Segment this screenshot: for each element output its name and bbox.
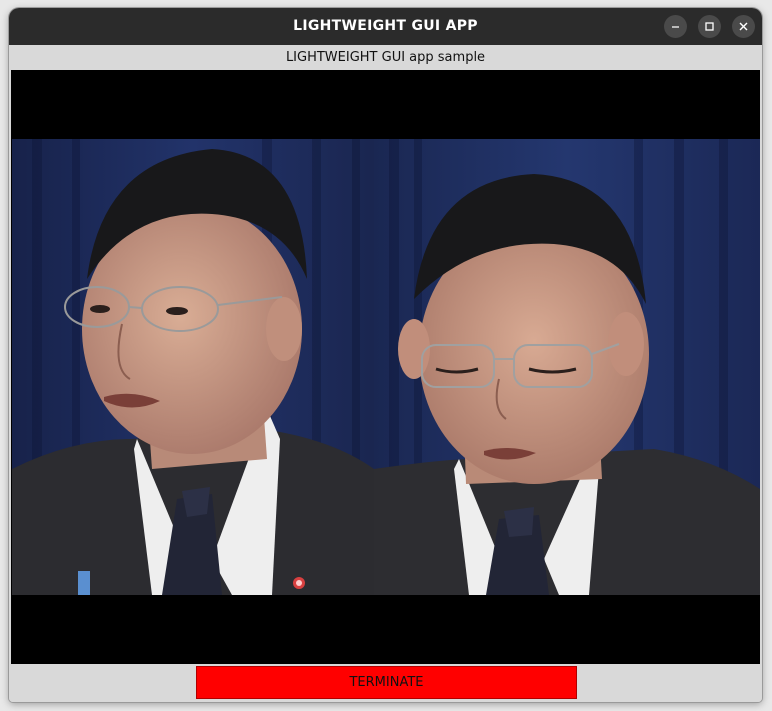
video-frame-right: [374, 139, 760, 595]
window-title: LIGHTWEIGHT GUI APP: [293, 18, 478, 34]
maximize-icon: [705, 22, 714, 31]
minimize-icon: [672, 26, 679, 28]
app-subtitle-label: LIGHTWEIGHT GUI app sample: [9, 45, 762, 70]
minimize-button[interactable]: [664, 15, 687, 38]
maximize-button[interactable]: [698, 15, 721, 38]
speaker-image-left: [12, 139, 374, 595]
video-display: [11, 70, 760, 664]
app-window: LIGHTWEIGHT GUI APP LIGHTWEIGHT GUI app …: [9, 8, 762, 702]
title-bar[interactable]: LIGHTWEIGHT GUI APP: [9, 8, 762, 45]
close-icon: [739, 22, 748, 31]
speaker-image-right: [374, 139, 760, 595]
terminate-button[interactable]: TERMINATE: [196, 666, 577, 699]
close-button[interactable]: [732, 15, 755, 38]
bottom-toolbar: TERMINATE: [9, 664, 762, 702]
video-frame-left: [12, 139, 374, 595]
